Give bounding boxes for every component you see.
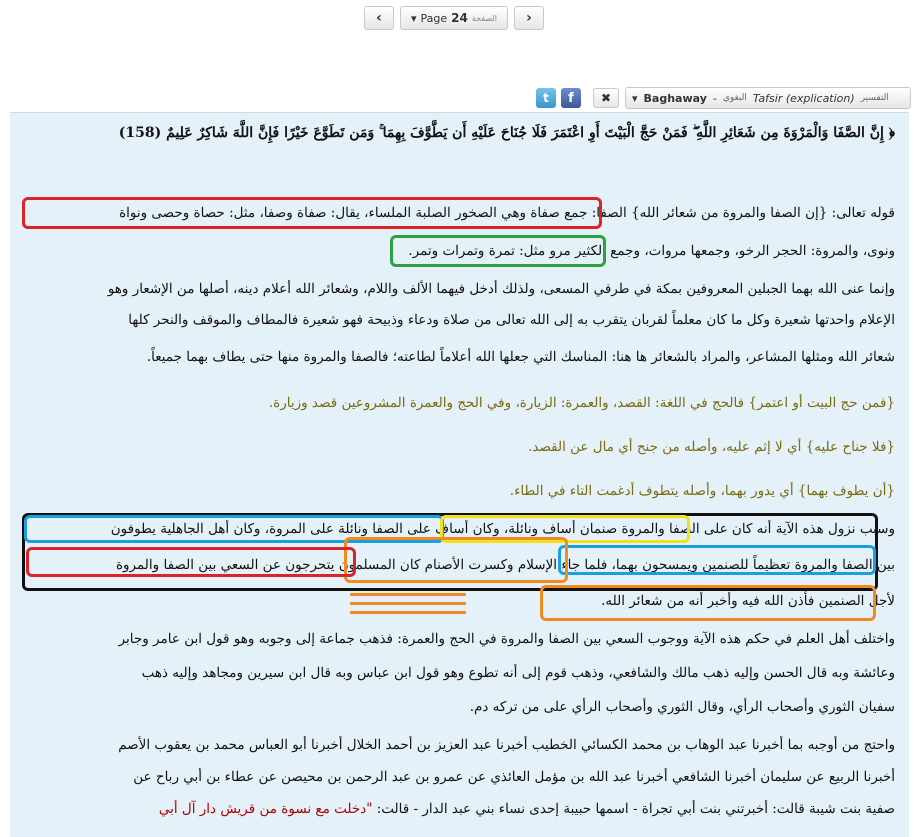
text-line: أخبرنا الربيع عن سليمان أخبرنا الشافعي أ… (133, 769, 895, 785)
text-line: {فلا جناح عليه} أي لا إثم عليه، وأصله من… (528, 439, 895, 455)
tafsir-content: ﴿ إِنَّ الصَّفَا وَالْمَرْوَةَ مِن شَعَا… (10, 112, 909, 837)
text-line: {فمن حج البيت أو اعتمر} فالحج في اللغة: … (268, 395, 895, 411)
text-line-part: صفية بنت شيبة قالت: أخبرتني بنت أبي تجرا… (376, 801, 895, 817)
text-line: واحتج من أوجبه بما أخبرنا عبد الوهاب بن … (118, 737, 895, 753)
text-line: وسبب نزول هذه الآية أنه كان على الصفا وا… (110, 521, 895, 537)
page-label-arabic: الصفحة (471, 13, 497, 23)
pager: ‹ ▾ Page 24 الصفحة › (364, 6, 544, 30)
text-line: شعائر الله ومثلها المشاعر، والمراد بالشع… (146, 349, 895, 365)
book-name: Baghaway (643, 91, 707, 105)
text-line: ونوى، والمروة: الحجر الرخو، وجمعها مروات… (408, 243, 895, 259)
facebook-share-button[interactable]: f (561, 88, 581, 108)
book-separator: - (712, 91, 717, 105)
chevron-left-icon: ‹ (376, 10, 382, 26)
annotation-orange-underline (350, 602, 466, 605)
hadith-quote: "دخلت مع نسوة من قريش دار آل أبي (158, 801, 373, 817)
verse-text: ﴿ إِنَّ الصَّفَا وَالْمَرْوَةَ مِن شَعَا… (118, 125, 895, 141)
book-type: Tafsir (explication) (752, 91, 855, 105)
close-button[interactable]: ✖ (593, 88, 619, 108)
header-spacer (10, 40, 909, 70)
facebook-icon: f (568, 90, 574, 106)
chevron-down-icon: ▾ (632, 91, 638, 105)
page-number: 24 (451, 11, 468, 25)
book-select[interactable]: ▾ Baghaway - البغوي Tafsir (explication)… (625, 87, 911, 109)
book-type-arabic: التفسير (860, 93, 889, 103)
top-toolbar: ‹ ▾ Page 24 الصفحة › (0, 0, 919, 40)
close-icon: ✖ (600, 91, 612, 105)
twitter-icon: t (543, 91, 549, 105)
annotation-orange-underline (350, 611, 466, 614)
text-line: صفية بنت شيبة قالت: أخبرتني بنت أبي تجرا… (159, 801, 895, 817)
text-line: {أن يطوف بهما} أي يدور بهما، وأصله يتطوف… (509, 483, 895, 499)
chevron-down-icon: ▾ (411, 11, 417, 25)
twitter-share-button[interactable]: t (536, 88, 556, 108)
text-line: لأجل الصنمين فأذن الله فيه وأخبر أنه من … (601, 593, 895, 609)
text-line: وعائشة وبه قال الحسن وإليه ذهب مالك والش… (141, 665, 895, 681)
text-line: سفيان الثوري وأصحاب الرأي، وقال الثوري و… (469, 699, 895, 715)
text-line: واختلف أهل العلم في حكم هذه الآية ووجوب … (118, 631, 895, 647)
book-name-arabic: البغوي (722, 93, 747, 103)
text-line: بين الصفا والمروة تعظيماً للصنمين ويمسحو… (115, 557, 895, 573)
book-toolbar: t f ✖ ▾ Baghaway - البغوي Tafsir (explic… (0, 84, 919, 112)
text-line: قوله تعالى: {إن الصفا والمروة من شعائر ا… (119, 205, 895, 221)
text-line: الإعلام واحدتها شعيرة وكل ما كان معلماً … (128, 312, 895, 328)
text-line: وإنما عنى الله بهما الجبلين المعروفين بم… (107, 281, 895, 297)
page-select[interactable]: ▾ Page 24 الصفحة (400, 6, 508, 30)
next-page-button[interactable]: › (514, 6, 544, 30)
chevron-right-icon: › (526, 10, 532, 26)
annotation-orange-underline (350, 593, 466, 596)
page-label: Page (420, 11, 448, 25)
previous-page-button[interactable]: ‹ (364, 6, 394, 30)
